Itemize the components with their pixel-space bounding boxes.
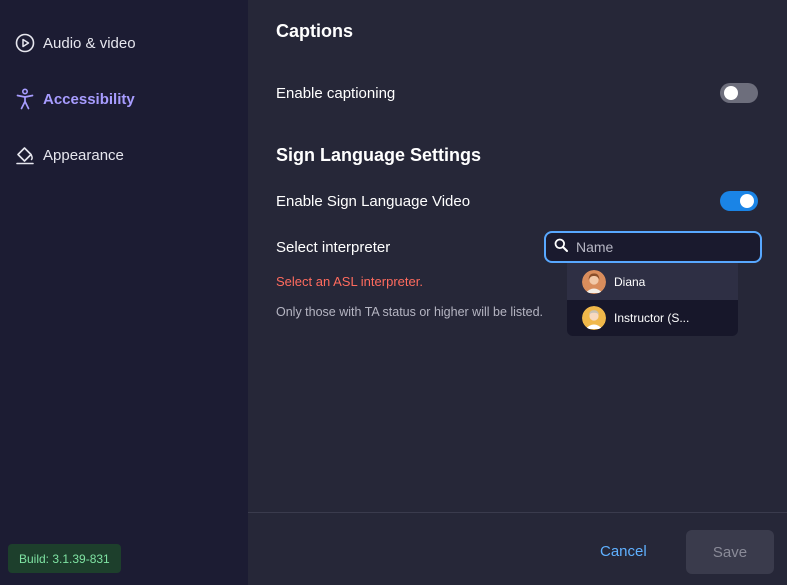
search-icon (554, 238, 568, 257)
toggle-knob (724, 86, 738, 100)
avatar (582, 269, 606, 294)
accessibility-icon (14, 88, 36, 110)
play-circle-icon (14, 32, 36, 54)
interpreter-hint: Only those with TA status or higher will… (276, 305, 544, 319)
paint-bucket-icon (14, 144, 36, 166)
avatar (582, 306, 606, 330)
settings-panel: Captions Enable captioning Sign Language… (248, 0, 787, 585)
settings-footer: Cancel Save (248, 512, 787, 585)
interpreter-dropdown: Diana Instructor (S... (567, 263, 738, 336)
select-interpreter-label: Select interpreter (276, 239, 391, 256)
toggle-knob (740, 194, 754, 208)
enable-sign-language-label: Enable Sign Language Video (276, 193, 471, 210)
sign-language-title: Sign Language Settings (276, 145, 482, 165)
interpreter-option-name: Diana (614, 274, 646, 289)
sidebar-item-label: Appearance (43, 146, 124, 164)
sidebar-item-label: Accessibility (43, 90, 135, 108)
interpreter-option-name: Instructor (S... (614, 311, 690, 325)
captioning-toggle[interactable] (720, 83, 758, 103)
sidebar-item-appearance[interactable]: Appearance (14, 141, 124, 169)
captions-title: Captions (276, 21, 354, 41)
enable-captioning-label: Enable captioning (276, 85, 396, 102)
save-button[interactable]: Save (686, 530, 774, 574)
cancel-button[interactable]: Cancel (600, 543, 647, 560)
sidebar-item-audio-video[interactable]: Audio & video (14, 29, 136, 57)
interpreter-search[interactable] (544, 231, 762, 263)
interpreter-option[interactable]: Instructor (S... (567, 300, 738, 336)
settings-sidebar: Audio & video Accessibility Appearance B… (0, 0, 248, 585)
sign-language-toggle[interactable] (720, 191, 758, 211)
build-badge: Build: 3.1.39-831 (8, 544, 121, 573)
interpreter-option[interactable]: Diana (567, 263, 738, 300)
sidebar-item-accessibility[interactable]: Accessibility (14, 85, 135, 113)
interpreter-search-input[interactable] (576, 239, 746, 255)
interpreter-error: Select an ASL interpreter. (276, 274, 423, 289)
sidebar-item-label: Audio & video (43, 34, 136, 52)
